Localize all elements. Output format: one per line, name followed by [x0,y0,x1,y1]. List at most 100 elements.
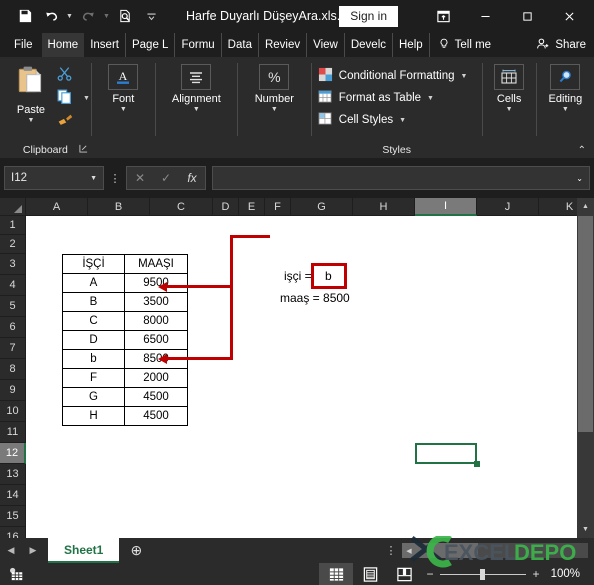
clipboard-dialog-launcher-icon[interactable] [79,144,88,155]
add-sheet-icon[interactable]: ⊕ [119,542,153,559]
column-header-a[interactable]: A [26,198,88,216]
column-header-g[interactable]: G [291,198,353,216]
tell-me-box[interactable]: Tell me [430,33,499,57]
copy-button[interactable]: ▼ [56,88,90,109]
row-header-2[interactable]: 2 [0,235,26,254]
page-layout-view-button[interactable] [353,563,387,585]
record-macro-button[interactable] [0,567,34,581]
editing-button[interactable]: Editing ▼ [538,62,592,113]
table-cell[interactable]: 4500 [124,406,188,426]
column-header-b[interactable]: B [88,198,150,216]
zoom-slider[interactable] [440,568,526,580]
format-as-table-button[interactable]: Format as Table ▼ [318,89,468,107]
select-all-button[interactable] [0,198,26,216]
row-header-13[interactable]: 13 [0,464,26,485]
row-header-14[interactable]: 14 [0,485,26,506]
close-button[interactable] [548,1,590,31]
row-header-8[interactable]: 8 [0,359,26,380]
row-header-10[interactable]: 10 [0,401,26,422]
table-cell[interactable]: F [62,368,125,388]
table-cell[interactable]: H [62,406,125,426]
tab-help[interactable]: Help [393,33,430,57]
tab-formulas[interactable]: Formu [175,33,222,57]
table-cell[interactable]: A [62,273,125,293]
enter-icon[interactable]: ✓ [153,171,179,185]
column-header-j[interactable]: J [477,198,539,216]
undo-dropdown-icon[interactable]: ▼ [64,4,75,28]
tab-review[interactable]: Reviev [259,33,308,57]
table-cell[interactable]: 2000 [124,368,188,388]
tab-page-layout[interactable]: Page L [126,33,176,57]
row-header-5[interactable]: 5 [0,296,26,317]
table-cell[interactable]: D [62,330,125,350]
column-header-h[interactable]: H [353,198,415,216]
row-header-9[interactable]: 9 [0,380,26,401]
row-header-4[interactable]: 4 [0,275,26,296]
conditional-formatting-button[interactable]: Conditional Formatting ▼ [318,67,468,85]
sheet-tab-sheet1[interactable]: Sheet1 [48,538,120,563]
row-header-3[interactable]: 3 [0,254,26,275]
row-header-11[interactable]: 11 [0,422,26,443]
paste-button[interactable]: Paste ▼ [6,62,56,124]
cancel-icon[interactable]: ✕ [127,171,153,185]
row-header-6[interactable]: 6 [0,317,26,338]
table-cell[interactable]: G [62,387,125,407]
table-cell[interactable]: B [62,292,125,312]
font-button[interactable]: A Font ▼ [97,62,149,113]
scroll-down-icon[interactable]: ▼ [577,521,594,538]
paste-dropdown-icon[interactable]: ▼ [28,117,35,124]
alignment-dropdown-icon[interactable]: ▼ [193,106,200,113]
zoom-slider-thumb[interactable] [480,568,485,580]
vertical-scrollbar[interactable]: ▲ ▼ [577,198,594,538]
number-dropdown-icon[interactable]: ▼ [271,106,278,113]
tab-home[interactable]: Home [41,33,85,57]
cut-button[interactable] [56,65,73,86]
row-header-7[interactable]: 7 [0,338,26,359]
redo-icon[interactable] [75,4,101,28]
collapse-ribbon-icon[interactable]: ⌃ [578,145,586,156]
active-cell-selection[interactable] [415,443,477,464]
insert-function-icon[interactable]: fx [179,171,205,185]
table-cell[interactable]: 9500 [124,273,188,293]
table-cell[interactable]: C [62,311,125,331]
table-cell[interactable]: b [62,349,125,369]
zoom-out-button[interactable]: − [425,567,435,581]
cell-styles-button[interactable]: Cell Styles ▼ [318,111,468,129]
ribbon-display-options-icon[interactable] [422,1,464,31]
next-sheet-icon[interactable]: ▶ [22,545,44,556]
fill-handle[interactable] [474,461,480,467]
table-cell[interactable]: 4500 [124,387,188,407]
number-button[interactable]: % Number ▼ [240,62,308,113]
editing-dropdown-icon[interactable]: ▼ [562,106,569,113]
tab-view[interactable]: View [307,33,345,57]
horizontal-scrollbar[interactable]: ◀ [402,543,588,558]
formula-bar-options-icon[interactable]: ⋮ [104,172,126,185]
scroll-left-icon[interactable]: ◀ [402,543,416,558]
name-box-dropdown-icon[interactable]: ▼ [90,175,97,182]
page-break-preview-button[interactable] [387,563,421,585]
copy-dropdown-icon[interactable]: ▼ [83,95,90,102]
tab-developer[interactable]: Develc [345,33,393,57]
undo-icon[interactable] [38,4,64,28]
column-header-e[interactable]: E [239,198,265,216]
column-header-i[interactable]: I [415,198,477,216]
column-header-d[interactable]: D [213,198,239,216]
format-as-table-dropdown-icon[interactable]: ▼ [427,95,434,102]
row-header-12[interactable]: 12 [0,443,26,464]
horizontal-scroll-thumb[interactable] [416,543,478,558]
expand-formula-bar-icon[interactable]: ⌄ [576,174,583,183]
zoom-level-label[interactable]: 100% [546,568,586,580]
row-header-1[interactable]: 1 [0,216,26,235]
conditional-formatting-dropdown-icon[interactable]: ▼ [461,73,468,80]
share-button[interactable]: Share [528,33,594,57]
scroll-up-icon[interactable]: ▲ [577,198,594,215]
customize-qat-icon[interactable] [138,4,164,28]
column-header-c[interactable]: C [150,198,213,216]
tab-file[interactable]: File [0,33,42,57]
print-preview-icon[interactable] [112,4,138,28]
vertical-scroll-thumb[interactable] [578,216,593,432]
table-header-cell[interactable]: İŞÇİ [62,254,125,274]
sign-in-button[interactable]: Sign in [339,5,398,27]
sheet-tab-options-icon[interactable]: ⋮ [380,544,402,557]
row-header-15[interactable]: 15 [0,506,26,527]
